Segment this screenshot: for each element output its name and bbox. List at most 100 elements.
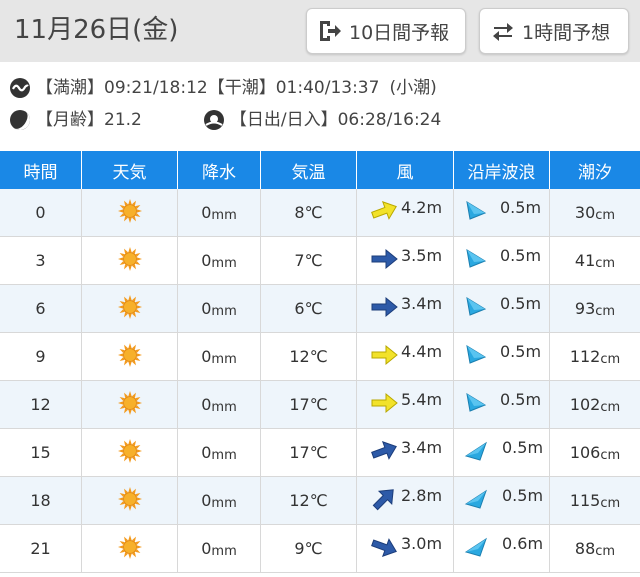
precip-value: 0 bbox=[201, 347, 212, 366]
table-row: 0 0 mm 8℃ 4.2m 0.5m 30 cm bbox=[0, 189, 640, 237]
high-tide-value: 09:21/18:12 bbox=[104, 78, 208, 98]
one-hour-forecast-label: 1時間予想 bbox=[522, 21, 611, 44]
wave-value: 0.5m bbox=[500, 198, 542, 217]
wave-cell: 0.5m bbox=[454, 477, 550, 524]
moon-sun-summary: 【月齢】 21.2 【日出/日入】 06:28/16:24 bbox=[8, 108, 441, 132]
wind-value: 3.5m bbox=[401, 246, 443, 265]
table-row: 12 0 mm 17℃ 5.4m 0.5m 102 cm bbox=[0, 381, 640, 429]
tide-unit: cm bbox=[595, 304, 616, 319]
wave-direction-icon bbox=[464, 295, 488, 323]
precip-unit: mm bbox=[211, 208, 237, 223]
weather-cell bbox=[82, 429, 178, 476]
moon-age-value: 21.2 bbox=[104, 110, 142, 130]
tide-cell: 102 cm bbox=[550, 381, 640, 428]
table-row: 15 0 mm 17℃ 3.4m 0.5m 106 cm bbox=[0, 429, 640, 477]
temp-value: 12℃ bbox=[289, 347, 328, 366]
precip-cell: 0 mm bbox=[178, 189, 261, 236]
time-cell: 15 bbox=[0, 429, 82, 476]
wind-cell: 3.0m bbox=[357, 525, 454, 572]
time-cell: 3 bbox=[0, 237, 82, 284]
wave-cell: 0.5m bbox=[454, 381, 550, 428]
precip-value: 0 bbox=[201, 395, 212, 414]
wind-value: 2.8m bbox=[401, 486, 443, 505]
temp-value: 17℃ bbox=[289, 443, 328, 462]
temp-cell: 12℃ bbox=[261, 477, 357, 524]
wave-value: 0.5m bbox=[502, 486, 544, 505]
wind-cell: 3.5m bbox=[357, 237, 454, 284]
tide-cell: 88 cm bbox=[550, 525, 640, 572]
low-tide-label: 【干潮】 bbox=[207, 78, 276, 98]
tide-value: 30 bbox=[574, 203, 596, 222]
wind-arrow-icon bbox=[369, 198, 399, 228]
wind-arrow-icon bbox=[369, 246, 399, 276]
tide-value: 106 bbox=[569, 443, 601, 462]
tide-cell: 93 cm bbox=[550, 285, 640, 332]
precip-value: 0 bbox=[201, 443, 212, 462]
tide-cell: 106 cm bbox=[550, 429, 640, 476]
precip-value: 0 bbox=[201, 203, 212, 222]
wave-direction-icon bbox=[464, 247, 488, 275]
wave-direction-icon bbox=[464, 488, 490, 514]
tide-wave-icon bbox=[10, 78, 30, 98]
weather-cell bbox=[82, 189, 178, 236]
temp-cell: 17℃ bbox=[261, 381, 357, 428]
wind-arrow-icon bbox=[369, 534, 399, 564]
table-row: 18 0 mm 12℃ 2.8m 0.5m 115 cm bbox=[0, 477, 640, 525]
sunrise-sunset-label: 【日出/日入】 bbox=[229, 110, 338, 130]
exit-arrow-icon bbox=[320, 21, 341, 41]
tide-value: 88 bbox=[574, 539, 596, 558]
temp-value: 8℃ bbox=[294, 203, 323, 222]
weather-cell bbox=[82, 525, 178, 572]
tide-unit: cm bbox=[595, 208, 616, 223]
wind-value: 4.2m bbox=[401, 198, 443, 217]
tide-unit: cm bbox=[600, 400, 621, 415]
precip-cell: 0 mm bbox=[178, 237, 261, 284]
tide-value: 102 bbox=[569, 395, 601, 414]
high-tide-label: 【満潮】 bbox=[36, 78, 104, 98]
wind-value: 3.4m bbox=[401, 438, 443, 457]
temp-cell: 7℃ bbox=[261, 237, 357, 284]
temp-value: 6℃ bbox=[294, 299, 323, 318]
wave-cell: 0.5m bbox=[454, 189, 550, 236]
ten-day-forecast-button[interactable]: 10日間予報 bbox=[306, 8, 466, 54]
wind-value: 3.0m bbox=[401, 534, 443, 553]
sunrise-sunset-icon bbox=[203, 110, 224, 130]
wave-value: 0.5m bbox=[502, 438, 544, 457]
weather-cell bbox=[82, 381, 178, 428]
precip-cell: 0 mm bbox=[178, 333, 261, 380]
moon-phase-icon bbox=[10, 110, 30, 130]
temp-value: 17℃ bbox=[289, 395, 328, 414]
header-bar: 11月26日(金) 10日間予報 1時間予想 bbox=[0, 0, 640, 62]
table-row: 21 0 mm 9℃ 3.0m 0.6m 88 cm bbox=[0, 525, 640, 573]
temp-cell: 9℃ bbox=[261, 525, 357, 572]
time-value: 6 bbox=[35, 299, 46, 318]
sun-icon bbox=[117, 294, 143, 324]
precip-value: 0 bbox=[201, 539, 212, 558]
wind-arrow-icon bbox=[369, 342, 399, 372]
precip-cell: 0 mm bbox=[178, 285, 261, 332]
temp-value: 7℃ bbox=[294, 251, 323, 270]
tide-value: 115 bbox=[569, 491, 601, 510]
tide-unit: cm bbox=[600, 496, 621, 511]
precip-value: 0 bbox=[201, 491, 212, 510]
column-header-temp: 気温 bbox=[261, 151, 357, 189]
tide-summary: 【満潮】 09:21/18:12 【干潮】 01:40/13:37 (小潮) bbox=[8, 76, 437, 100]
one-hour-forecast-button[interactable]: 1時間予想 bbox=[479, 8, 629, 54]
ten-day-forecast-label: 10日間予報 bbox=[349, 21, 450, 44]
time-value: 15 bbox=[30, 443, 51, 462]
wave-direction-icon bbox=[464, 391, 488, 419]
swap-arrows-icon bbox=[493, 23, 513, 41]
wave-direction-icon bbox=[464, 343, 488, 371]
precip-unit: mm bbox=[211, 352, 237, 367]
wind-value: 4.4m bbox=[401, 342, 443, 361]
wave-value: 0.5m bbox=[500, 294, 542, 313]
temp-cell: 12℃ bbox=[261, 333, 357, 380]
precip-cell: 0 mm bbox=[178, 525, 261, 572]
table-row: 3 0 mm 7℃ 3.5m 0.5m 41 cm bbox=[0, 237, 640, 285]
sun-icon bbox=[117, 342, 143, 372]
tide-cell: 41 cm bbox=[550, 237, 640, 284]
column-header-tide: 潮汐 bbox=[578, 162, 612, 183]
precip-unit: mm bbox=[211, 400, 237, 415]
tide-cell: 30 cm bbox=[550, 189, 640, 236]
column-header-precip: 降水 bbox=[178, 151, 261, 189]
